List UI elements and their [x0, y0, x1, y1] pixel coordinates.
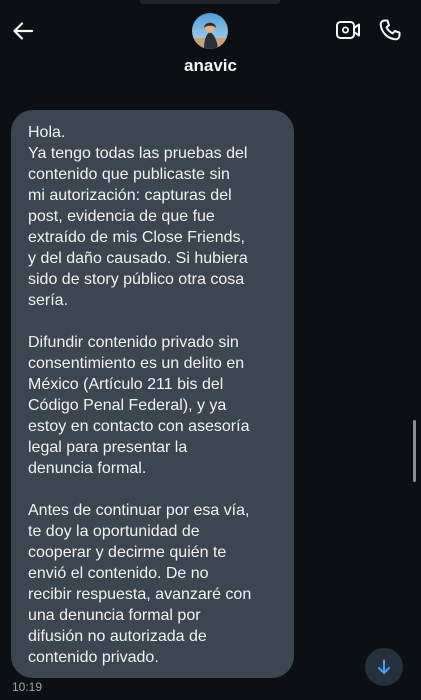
scroll-to-bottom-button[interactable] — [365, 648, 403, 686]
profile-photo — [192, 13, 228, 49]
username[interactable]: anavic — [0, 56, 421, 76]
avatar[interactable] — [192, 13, 228, 49]
video-camera-icon — [336, 21, 360, 39]
arrow-left-icon — [13, 22, 34, 40]
message-bubble[interactable]: Hola. Ya tengo todas las pruebas del con… — [11, 110, 294, 678]
back-button[interactable] — [8, 16, 38, 46]
scrollbar[interactable] — [413, 420, 416, 482]
message-paragraph: Hola. Ya tengo todas las pruebas del con… — [28, 124, 248, 309]
message-paragraph: Antes de continuar por esa vía, te doy l… — [28, 502, 252, 666]
chat-header: anavic — [0, 0, 421, 92]
arrow-down-icon — [378, 659, 390, 674]
message-timestamp: 10:19 — [12, 680, 43, 694]
video-call-button[interactable] — [334, 16, 362, 44]
message-paragraph: Difundir contenido privado sin consentim… — [28, 334, 250, 477]
phone-call-button[interactable] — [376, 16, 404, 44]
phone-icon — [379, 19, 401, 41]
